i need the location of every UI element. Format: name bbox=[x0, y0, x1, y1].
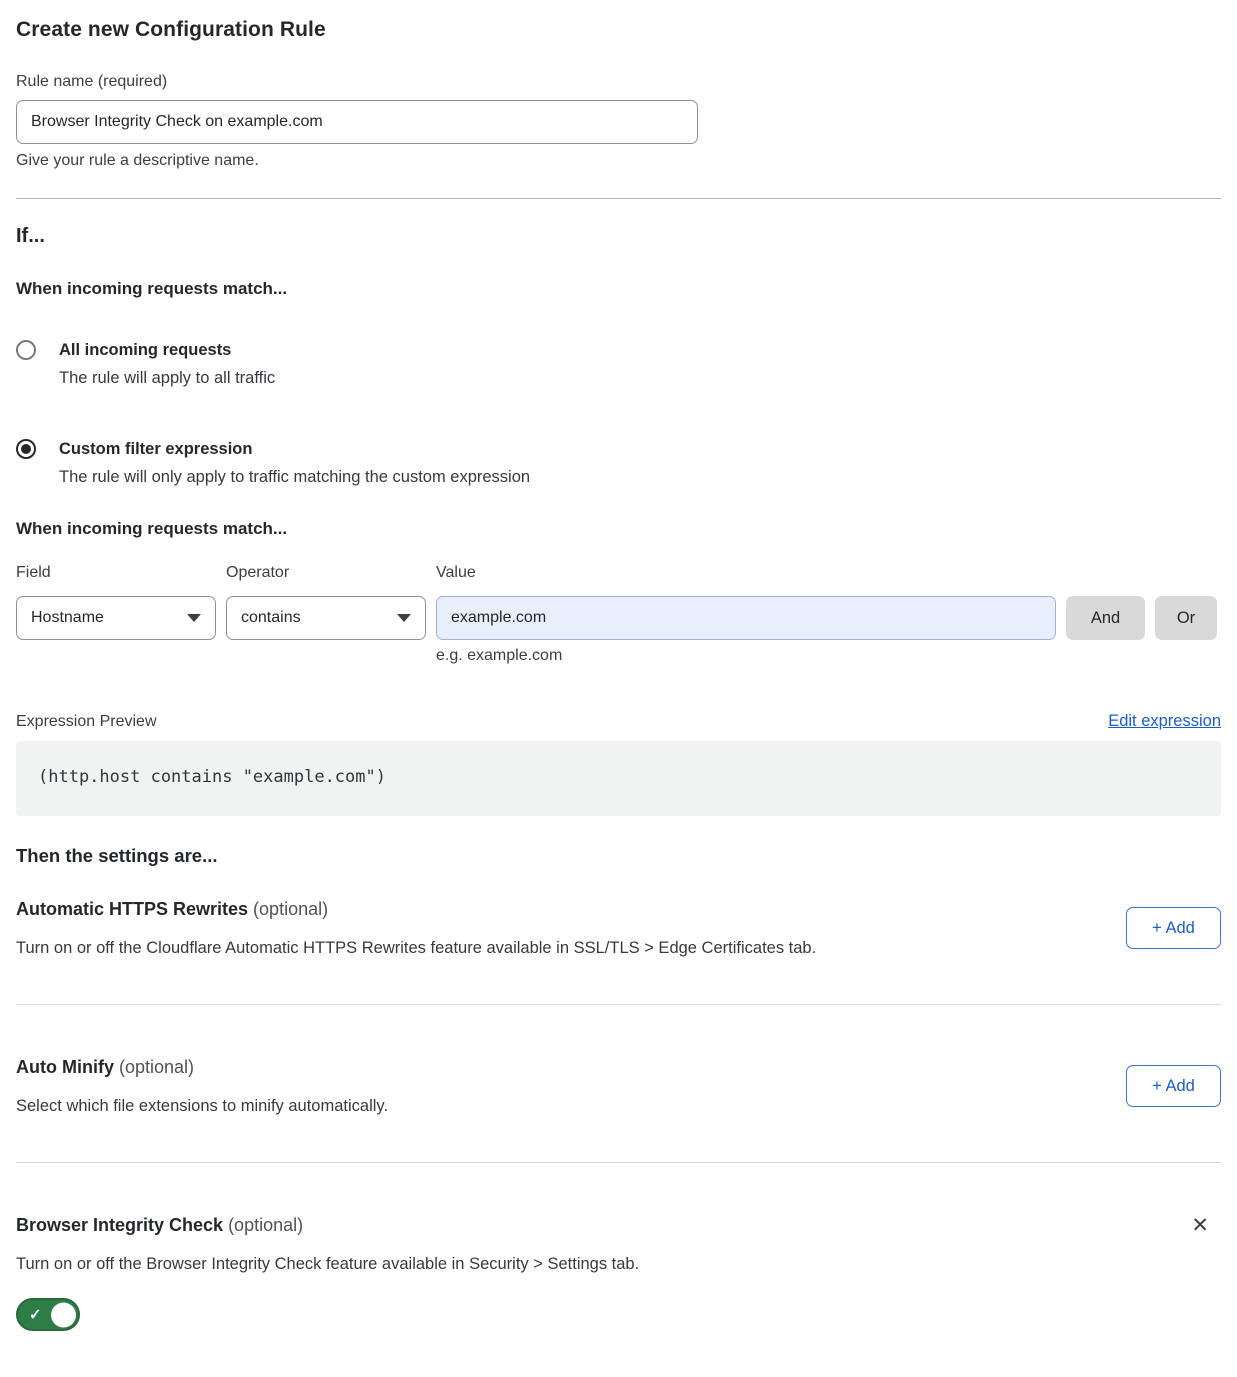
then-settings-heading: Then the settings are... bbox=[16, 845, 1221, 867]
expression-preview-box: (http.host contains "example.com") bbox=[16, 741, 1221, 816]
radio-option-label: All incoming requests bbox=[59, 339, 275, 361]
close-icon[interactable]: ✕ bbox=[1191, 1213, 1209, 1237]
edit-expression-link[interactable]: Edit expression bbox=[1108, 712, 1221, 731]
toggle-knob bbox=[51, 1302, 76, 1327]
setting-browser-integrity-check: Browser Integrity Check(optional) ✕ Turn… bbox=[16, 1213, 1221, 1336]
setting-description: Select which file extensions to minify a… bbox=[16, 1095, 388, 1117]
operator-select[interactable]: contains bbox=[226, 596, 426, 640]
setting-divider bbox=[16, 1162, 1221, 1163]
expression-code: (http.host contains "example.com") bbox=[38, 767, 1199, 787]
create-configuration-rule-form: Create new Configuration Rule Rule name … bbox=[0, 0, 1237, 1356]
check-icon: ✓ bbox=[29, 1305, 42, 1323]
radio-option-description: The rule will only apply to traffic matc… bbox=[59, 466, 530, 488]
rule-name-input[interactable] bbox=[16, 100, 698, 144]
or-button[interactable]: Or bbox=[1155, 596, 1217, 640]
radio-icon[interactable] bbox=[16, 439, 36, 459]
setting-divider bbox=[16, 1004, 1221, 1005]
expression-preview-label: Expression Preview bbox=[16, 713, 157, 731]
browser-integrity-toggle[interactable]: ✓ bbox=[16, 1298, 80, 1331]
chevron-down-icon bbox=[187, 614, 201, 622]
expression-builder-labels: Field Operator Value bbox=[16, 564, 1221, 582]
rule-name-help: Give your rule a descriptive name. bbox=[16, 152, 1221, 170]
field-column-label: Field bbox=[16, 564, 216, 582]
expression-preview-header: Expression Preview Edit expression bbox=[16, 712, 1221, 731]
radio-option-label: Custom filter expression bbox=[59, 438, 530, 460]
setting-title: Browser Integrity Check(optional) bbox=[16, 1213, 303, 1237]
setting-description: Turn on or off the Cloudflare Automatic … bbox=[16, 937, 816, 959]
expression-builder-row: Hostname contains And Or bbox=[16, 596, 1221, 640]
match-heading: When incoming requests match... bbox=[16, 279, 1221, 299]
radio-option-custom-filter-expression[interactable]: Custom filter expression The rule will o… bbox=[16, 438, 1221, 488]
field-select[interactable]: Hostname bbox=[16, 596, 216, 640]
radio-option-all-incoming-requests[interactable]: All incoming requests The rule will appl… bbox=[16, 339, 1221, 389]
add-automatic-https-rewrites-button[interactable]: + Add bbox=[1126, 907, 1221, 949]
expression-builder-heading: When incoming requests match... bbox=[16, 519, 1221, 539]
field-select-value: Hostname bbox=[31, 609, 104, 627]
value-help-row: e.g. example.com bbox=[16, 647, 1221, 665]
value-column-label: Value bbox=[436, 564, 1056, 582]
section-divider bbox=[16, 198, 1221, 199]
setting-description: Turn on or off the Browser Integrity Che… bbox=[16, 1253, 1221, 1275]
add-auto-minify-button[interactable]: + Add bbox=[1126, 1065, 1221, 1107]
rule-name-label: Rule name (required) bbox=[16, 73, 1221, 91]
radio-icon[interactable] bbox=[16, 340, 36, 360]
radio-option-description: The rule will apply to all traffic bbox=[59, 367, 275, 389]
chevron-down-icon bbox=[397, 614, 411, 622]
value-help-text: e.g. example.com bbox=[436, 647, 1056, 665]
setting-title: Auto Minify(optional) bbox=[16, 1055, 388, 1079]
operator-select-value: contains bbox=[241, 609, 301, 627]
operator-column-label: Operator bbox=[226, 564, 426, 582]
and-button[interactable]: And bbox=[1066, 596, 1145, 640]
page-title: Create new Configuration Rule bbox=[16, 18, 1221, 42]
if-heading: If... bbox=[16, 225, 1221, 248]
value-input[interactable] bbox=[436, 596, 1056, 640]
setting-automatic-https-rewrites: Automatic HTTPS Rewrites(optional) Turn … bbox=[16, 897, 1221, 959]
setting-auto-minify: Auto Minify(optional) Select which file … bbox=[16, 1055, 1221, 1117]
setting-title: Automatic HTTPS Rewrites(optional) bbox=[16, 897, 816, 921]
